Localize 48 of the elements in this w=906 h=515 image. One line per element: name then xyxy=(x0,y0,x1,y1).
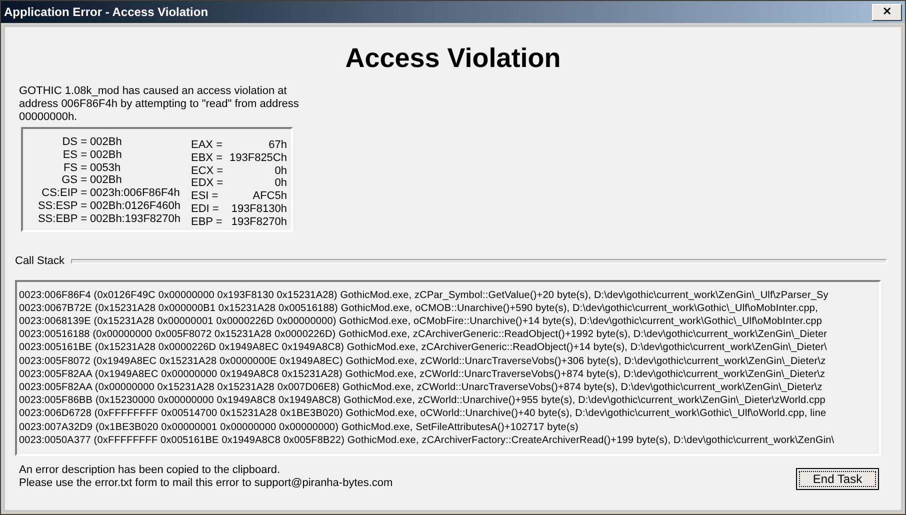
register-value: 0h xyxy=(274,164,287,178)
stack-line: 0023:0050A377 (0xFFFFFFFF 0x005161BE 0x1949A8C8 0x005F8B22) GothicMod.exe, zCArchiverFactory::CreateArchiverRead()+199 byte(s), D:\dev\gothic\current_work\ZenGin\ xyxy=(19,434,834,447)
register-label: ESI = xyxy=(191,190,220,203)
stack-line: 0023:007A32D9 (0x1BE3B020 0x00000001 0x00000000 0x00000000) GothicMod.exe, SetFileAttributesA()+102717 byte(s) xyxy=(19,420,578,434)
window-title: Application Error - Access Violation xyxy=(4,4,208,21)
register-value: 0h xyxy=(274,177,287,190)
stack-line: 0023:0068139E (0x15231A28 0x00000001 0x0000226D 0x00000000) GothicMod.exe, oCMobFire::Unarchive()+14 byte(s), D:\dev\gothic\current_work\Gothic\_Ulf\oMobInter.cpp xyxy=(19,314,822,328)
register-label: GS = xyxy=(60,174,87,188)
register-value: 002Bh xyxy=(90,174,123,188)
footer-text: An error description has been copied to the clipboard. xyxy=(19,464,282,476)
register-value: 193F8130h xyxy=(230,202,287,216)
register-label: CS:EIP = xyxy=(40,187,87,200)
end-task-button[interactable]: End Task xyxy=(796,468,879,490)
stack-line: 0023:006F86F4 (0x0126F49C 0x00000000 0x193F8130 0x15231A28) GothicMod.exe, zCPar_Symbol::GetValue()+20 byte(s), D:\dev\gothic\current_work\ZenGin\_Ulf\zParser_Sy xyxy=(19,288,828,302)
register-value: 0023h:006F86F4h xyxy=(90,187,181,200)
register-value: 002Bh xyxy=(90,148,123,162)
register-label: SS:ESP = xyxy=(36,200,87,213)
register-label: ES = xyxy=(62,148,87,162)
register-value: 193F8270h xyxy=(230,216,287,229)
stack-line: 0023:006D6728 (0xFFFFFFFF 0x00514700 0x15231A28 0x1BE3B020) GothicMod.exe, oCWorld::Unarchive()+40 byte(s), D:\dev\gothic\current_work\Gothic\_Ulf\oWorld.cpp, line xyxy=(19,407,826,421)
register-label: EBP = xyxy=(191,216,224,229)
stack-line: 0023:005F8072 (0x1949A8EC 0x15231A28 0x0000000E 0x1949A8EC) GothicMod.exe, zCWorld::UnarcTraverseVobs()+306 byte(s), D:\dev\gothic\current_work\ZenGin\_Dieter\z xyxy=(19,354,826,368)
register-label: FS = xyxy=(62,162,87,174)
register-value: 67h xyxy=(268,139,287,152)
stack-line: 0023:0067B72E (0x15231A28 0x000000B1 0x15231A28 0x00516188) GothicMod.exe, oCMOB::Unarchive()+590 byte(s), D:\dev\gothic\current_work\Gothic\_Ulf\oMobInter.cpp, xyxy=(19,302,818,315)
register-value: 193F825Ch xyxy=(229,152,287,165)
register-label: EAX = xyxy=(191,139,224,152)
register-value: 002Bh:0126F460h xyxy=(90,200,182,213)
stack-line: 0023:005161BE (0x15231A28 0x0000226D 0x1949A8EC 0x1949A8C8) GothicMod.exe, zCArchiverGeneric::ReadObject()+14 byte(s), D:\dev\gothic\current_work\ZenGin\_Dieter\ xyxy=(19,341,827,355)
register-label: EBX = xyxy=(191,152,224,165)
register-label: ECX = xyxy=(191,164,224,178)
register-value: 002Bh:193F8270h xyxy=(90,212,182,226)
register-label: SS:EBP = xyxy=(36,212,87,226)
close-button[interactable]: ✕ xyxy=(872,4,902,20)
register-label: DS = xyxy=(61,136,87,149)
register-value: 002Bh xyxy=(90,136,123,149)
register-value: 0053h xyxy=(90,162,122,174)
register-label: EDI = xyxy=(191,202,220,216)
heading: Access Violation xyxy=(344,43,562,73)
register-value: AFC5h xyxy=(252,190,287,203)
call-stack-label: Call Stack xyxy=(15,254,65,269)
register-label: EDX = xyxy=(191,177,224,190)
stack-line: 0023:005F86BB (0x15230000 0x00000000 0x1949A8C8 0x1949A8C8) GothicMod.exe, zCWorld::Unarchive()+955 byte(s), D:\dev\gothic\current_work\ZenGin\_Dieter\zWorld.cpp xyxy=(19,394,826,408)
stack-line: 0023:005F82AA (0x00000000 0x15231A28 0x15231A28 0x007D06E8) GothicMod.exe, zCWorld::UnarcTraverseVobs()+874 byte(s), D:\dev\gothic\current_work\ZenGin\_Dieter\z xyxy=(19,380,822,394)
footer-text: Please use the error.txt form to mail this error to support@piranha-bytes.com xyxy=(19,476,393,490)
error-message: GOTHIC 1.08k_mod has caused an access violation at address 006F86F4h by attempting to "read" from address 00000000h. xyxy=(19,85,300,124)
stack-line: 0023:005F82AA (0x1949A8EC 0x00000000 0x1949A8C8 0x15231A28) GothicMod.exe, zCWorld::UnarcTraverseVobs()+874 byte(s), D:\dev\gothic\current_work\ZenGin\_Dieter\z xyxy=(19,368,826,381)
stack-line: 0023:00516188 (0x00000000 0x005F8072 0x15231A28 0x0000226D) GothicMod.exe, zCArchiverGeneric::ReadObject()+1992 byte(s), D:\dev\gothic\current_work\ZenGin\_Dieter xyxy=(19,328,828,342)
